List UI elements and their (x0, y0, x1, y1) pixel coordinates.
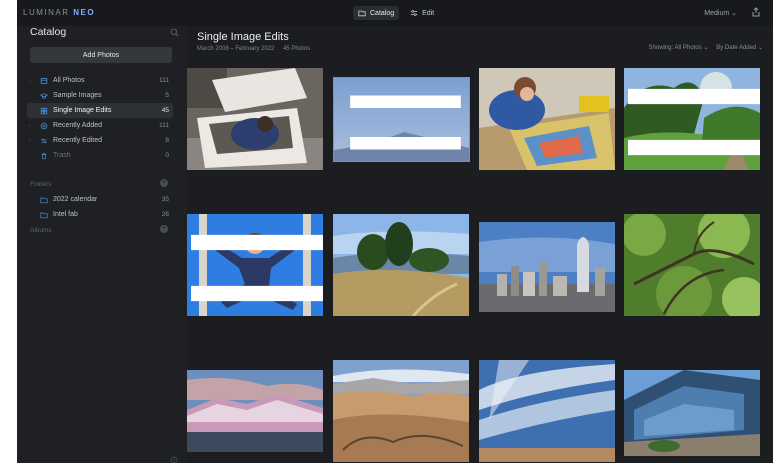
sidebar-item-label: Intel fab (53, 211, 78, 218)
photo-desert-canyon-image (333, 360, 469, 462)
photo-thumbnail-glass-building[interactable] (624, 370, 760, 456)
photo-tree-canopy-image (624, 214, 760, 316)
item-count: 8 (165, 137, 169, 144)
photo-thumbnail-kid-in-ottoman[interactable] (187, 68, 323, 170)
add-folder-icon[interactable]: + (160, 179, 168, 187)
sidebar-item-label: Sample Images (53, 92, 102, 99)
photo-thumbnail-desert-canyon[interactable] (333, 360, 469, 462)
sidebar-item-sample-images[interactable]: Sample Images 5 (27, 88, 173, 103)
showing-filter-dropdown[interactable]: Showing: All Photos ⌄ (649, 44, 709, 51)
search-icon[interactable] (170, 28, 179, 37)
photos-icon (40, 77, 47, 84)
filter-bar: Showing: All Photos ⌄ By Date Added ⌄ (649, 44, 763, 51)
app-logo: LUMINAR NEO (23, 8, 95, 17)
photo-thumbnail-green-path[interactable] (624, 68, 760, 170)
sidebar-item-label: Recently Added (53, 122, 103, 129)
albums-section-label: Albums (30, 227, 52, 234)
catalog-nav: › All Photos 111 Sample Images 5 Single … (27, 73, 173, 163)
item-count: 45 (161, 107, 169, 114)
photo-kid-painting-image (479, 68, 615, 170)
sliders-icon (40, 138, 47, 143)
thumbnail-size-dropdown[interactable]: Medium ⌄ (704, 9, 737, 17)
logo-text: LUMINAR (23, 8, 70, 17)
tab-edit[interactable]: Edit (405, 6, 439, 20)
folders-list: 2022 calendar 35 Intel fab 26 (27, 192, 173, 222)
page-title: Single Image Edits (197, 31, 289, 43)
sidebar-item-2022-calendar[interactable]: 2022 calendar 35 (27, 192, 173, 207)
sidebar-item-label: Recently Edited (53, 137, 103, 144)
mode-switcher: Catalog Edit (353, 6, 439, 20)
tab-catalog[interactable]: Catalog (353, 6, 400, 20)
edited-badge-icon (350, 95, 461, 150)
folder-icon (39, 212, 48, 218)
photo-count: 45 Photos (283, 46, 311, 52)
edited-badge-icon (191, 234, 323, 302)
sidebar-item-label: 2022 calendar (53, 196, 98, 203)
photo-thumbnail-cloud-sky[interactable] (479, 360, 615, 462)
sidebar-item-all-photos[interactable]: › All Photos 111 (27, 73, 173, 88)
main-content: Single Image Edits March 2008 – February… (187, 26, 773, 463)
photo-thumbnail-kid-painting[interactable] (479, 68, 615, 170)
photo-snowy-mountain-image (187, 370, 323, 452)
folder-icon (358, 10, 366, 17)
tab-catalog-label: Catalog (370, 9, 395, 17)
photo-thumbnail-hillside-trees[interactable] (333, 214, 469, 316)
folder-icon (39, 197, 48, 203)
sliders-icon (410, 10, 418, 16)
photo-thumbnail-tree-canopy[interactable] (624, 214, 760, 316)
plus-circle-icon (40, 122, 47, 129)
photo-thumbnail-city-skyline[interactable] (479, 222, 615, 312)
sidebar-item-single-image-edits[interactable]: Single Image Edits 45 (27, 103, 173, 118)
sidebar-item-trash[interactable]: Trash 0 (27, 148, 173, 163)
top-bar: LUMINAR NEO Catalog Edit Medium ⌄ (17, 0, 773, 26)
photo-cloud-sky-image (479, 360, 615, 462)
chevron-right-icon[interactable]: › (29, 123, 35, 129)
item-count: 26 (161, 211, 169, 218)
logo-accent-text: NEO (73, 8, 96, 17)
tab-edit-label: Edit (422, 9, 435, 17)
trash-icon (41, 152, 46, 159)
sidebar-item-recently-added[interactable]: › Recently Added 111 (27, 118, 173, 133)
date-range: March 2008 – February 2022 (197, 46, 275, 52)
add-photos-button[interactable]: Add Photos (30, 47, 172, 63)
sidebar-item-label: Single Image Edits (53, 107, 112, 114)
grid-icon (40, 107, 47, 114)
sidebar-item-label: All Photos (53, 77, 85, 84)
photo-city-skyline-image (479, 222, 615, 312)
sort-dropdown[interactable]: By Date Added ⌄ (716, 44, 763, 51)
photo-thumbnail-plane-sky[interactable] (333, 77, 470, 162)
photo-thumbnail-snowy-mountain[interactable] (187, 370, 323, 452)
edited-badge-icon (628, 88, 760, 156)
sidebar: Catalog Add Photos › All Photos 111 Samp… (17, 26, 187, 463)
photo-hillside-trees-image (333, 214, 469, 316)
share-icon[interactable] (751, 7, 761, 17)
item-count: 5 (165, 92, 169, 99)
add-album-icon[interactable]: + (160, 225, 168, 233)
folders-section-label: Folders (30, 181, 52, 188)
item-count: 35 (161, 196, 169, 203)
sidebar-item-intel-fab[interactable]: Intel fab 26 (27, 207, 173, 222)
item-count: 111 (159, 122, 169, 129)
sidebar-item-label: Trash (53, 152, 71, 159)
photo-kid-in-ottoman-image (187, 68, 323, 170)
sidebar-item-recently-edited[interactable]: › Recently Edited 8 (27, 133, 173, 148)
item-count: 0 (165, 152, 169, 159)
graduation-cap-icon (39, 92, 48, 99)
chevron-right-icon[interactable]: › (29, 138, 35, 144)
sidebar-title: Catalog (30, 26, 67, 38)
photo-glass-building-image (624, 370, 760, 456)
clock-icon[interactable] (170, 456, 178, 463)
page-subtitle: March 2008 – February 2022 45 Photos (197, 46, 317, 52)
item-count: 111 (159, 77, 169, 84)
luminar-window: LUMINAR NEO Catalog Edit Medium ⌄ Catalo… (17, 0, 773, 463)
chevron-right-icon[interactable]: › (29, 78, 35, 84)
photo-thumbnail-kid-climbing[interactable] (187, 214, 323, 316)
